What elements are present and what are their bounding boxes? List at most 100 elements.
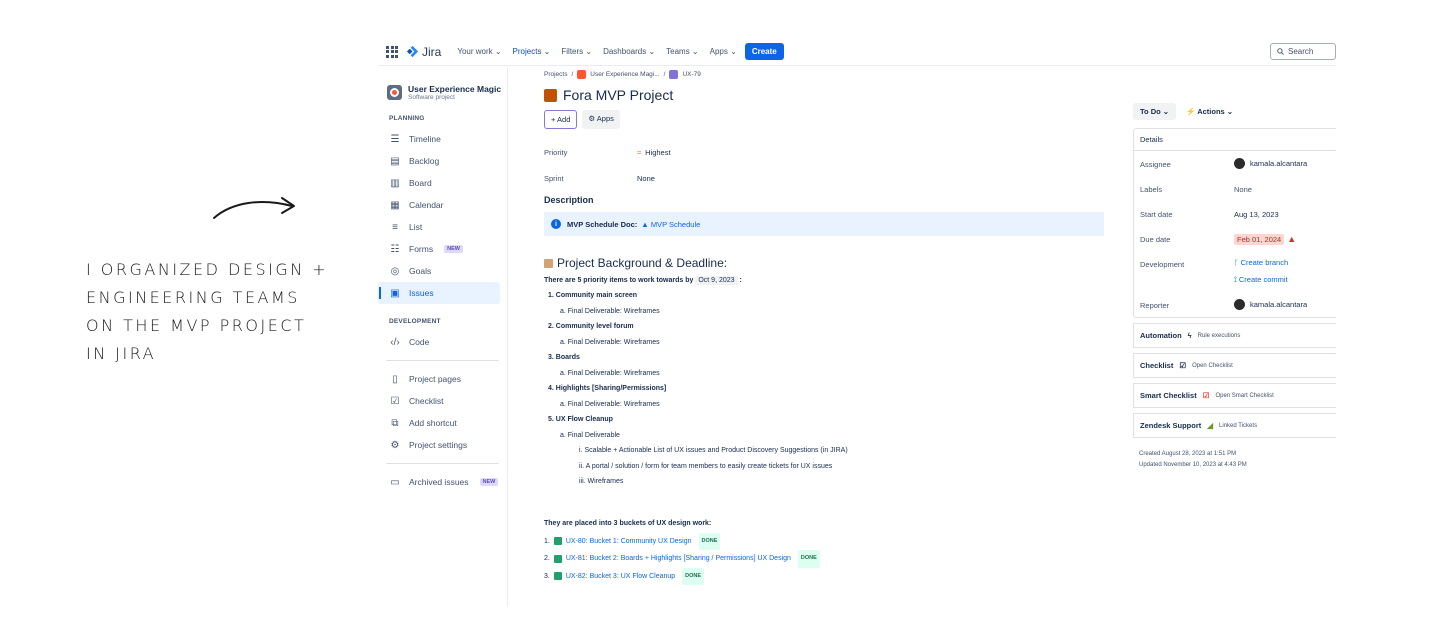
search-input[interactable]: Search (1270, 43, 1336, 60)
nav-your-work[interactable]: Your work ⌄ (457, 47, 501, 56)
labels-value[interactable]: None (1234, 183, 1252, 194)
annotation-line: I ORGANIZED DESIGN + (86, 260, 329, 279)
priority-value[interactable]: Highest (645, 148, 670, 157)
app-switcher-icon[interactable] (386, 45, 398, 58)
annotation-line: ENGINEERING TEAMS (86, 288, 300, 307)
development-field: Development ᚴ Create branch ⟟ Create commi… (1134, 251, 1336, 292)
project-avatar-icon (577, 69, 587, 79)
field-label: Start date (1140, 210, 1173, 219)
sprint-value[interactable]: None (637, 174, 655, 183)
code-icon: ‹/› (390, 336, 400, 348)
apps-button[interactable]: ⚙ Apps (582, 110, 620, 129)
sidebar-item-archived-issues[interactable]: ▭ Archived issues NEW (378, 471, 507, 493)
sidebar-item-goals[interactable]: ◎ Goals (378, 260, 507, 282)
mvp-schedule-link-text: MVP Schedule (650, 219, 701, 229)
smart-checklist-panel[interactable]: Smart Checklist ☑ Open Smart Checklist (1133, 383, 1336, 408)
field-label: Priority (544, 147, 568, 157)
sidebar-divider (386, 463, 499, 464)
sidebar-item-list[interactable]: ≡ List (378, 216, 507, 238)
sidebar-item-forms[interactable]: ☷ Forms NEW (378, 238, 507, 260)
page-icon: ▯ (392, 373, 398, 385)
jira-logo[interactable]: Jira (406, 45, 441, 59)
sidebar-item-label: Project settings (409, 440, 468, 450)
issue-type-icon (544, 88, 557, 102)
list-item: iii. Wireframes (579, 478, 624, 485)
breadcrumb-issue[interactable]: UX-79 (682, 71, 700, 78)
bucket-link[interactable]: UX-82: Bucket 3: UX Flow Cleanup (566, 569, 675, 585)
backlog-icon: ▤ (390, 155, 400, 167)
story-icon (553, 572, 562, 581)
issues-icon: ▣ (390, 287, 400, 299)
nav-teams[interactable]: Teams ⌄ (666, 47, 699, 56)
bucket-link[interactable]: UX-81: Bucket 2: Boards + Highlights [Sh… (566, 551, 791, 567)
issue-title[interactable]: Fora MVP Project (544, 87, 1104, 103)
sidebar-item-checklist[interactable]: ☑ Checklist (378, 390, 507, 412)
nav-filters[interactable]: Filters ⌄ (561, 47, 592, 56)
zendesk-icon: ◢ (1207, 421, 1214, 430)
nav-apps[interactable]: Apps ⌄ (710, 47, 737, 56)
reporter-field: Reporter kamala.alcantara (1134, 292, 1336, 317)
create-commit-link[interactable]: ⟟ Create commit (1234, 275, 1288, 285)
bucket-row: 1. UX-80: Bucket 1: Community UX Design DO… (544, 532, 1104, 550)
breadcrumb-projects[interactable]: Projects (544, 71, 567, 78)
sidebar-item-label: Goals (409, 266, 432, 276)
sidebar-item-calendar[interactable]: ▦ Calendar (378, 194, 507, 216)
sidebar-item-code[interactable]: ‹/› Code (378, 331, 507, 353)
due-date-value[interactable]: Feb 01, 2024 ▲ (1234, 233, 1296, 245)
details-header[interactable]: Details (1134, 129, 1336, 151)
bucket-link[interactable]: UX-80: Bucket 1: Community UX Design (566, 534, 692, 550)
sidebar-item-label: Checklist (409, 396, 444, 406)
breadcrumb: Projects / User Experience Magi... / UX-… (544, 67, 1104, 81)
list-item: ii. A portal / solution / form for team … (579, 462, 833, 470)
sidebar: User Experience Magic Software project P… (378, 67, 508, 606)
info-panel: i MVP Schedule Doc: ▲ MVP Schedule (544, 212, 1104, 236)
updated-timestamp: Updated November 10, 2023 at 4:43 PM (1139, 462, 1247, 468)
description-heading: Description (544, 195, 594, 205)
timeline-icon: ☰ (390, 133, 400, 145)
add-shortcut-icon: ⧉ (391, 417, 399, 429)
nav-dashboards[interactable]: Dashboards ⌄ (603, 47, 655, 56)
status-dropdown[interactable]: To Do ⌄ (1133, 103, 1177, 120)
info-icon: i (551, 219, 561, 229)
bucket-number: 2. (544, 555, 550, 562)
list-item: 4. Highlights [Sharing/Permissions] (548, 385, 667, 392)
assignee-field: Assignee kamala.alcantara (1134, 151, 1336, 176)
planning-label: PLANNING (389, 115, 425, 122)
sidebar-item-backlog[interactable]: ▤ Backlog (378, 150, 507, 172)
start-date-value[interactable]: Aug 13, 2023 (1234, 208, 1279, 219)
reporter-value[interactable]: kamala.alcantara (1234, 299, 1307, 310)
gear-icon: ⚙ (390, 439, 400, 451)
create-branch-link[interactable]: ᚴ Create branch (1234, 258, 1288, 267)
automation-icon: ϟ (1187, 331, 1192, 340)
avatar (1234, 299, 1245, 310)
archive-icon: ▭ (390, 476, 400, 488)
bucket-row: 3. UX-82: Bucket 3: UX Flow Cleanup DONE (544, 567, 1104, 585)
mvp-schedule-link[interactable]: ▲ MVP Schedule (641, 220, 700, 229)
sidebar-item-label: Add shortcut (409, 418, 457, 428)
details-sidebar: To Do ⌄ ⚡ Actions ⌄ Details Assignee kama… (1133, 103, 1336, 471)
checkbox-icon: ☑ (1179, 361, 1187, 370)
project-header[interactable]: User Experience Magic Software project (378, 67, 507, 101)
project-avatar (387, 85, 402, 100)
sidebar-item-issues[interactable]: ▣ Issues (378, 282, 500, 304)
intro-end: : (739, 277, 742, 284)
sidebar-item-project-settings[interactable]: ⚙ Project settings (378, 434, 507, 456)
add-button[interactable]: + Add (544, 110, 578, 129)
create-commit-label: Create commit (1238, 275, 1288, 284)
sidebar-item-board[interactable]: ▥ Board (378, 172, 507, 194)
sidebar-item-timeline[interactable]: ☰ Timeline (378, 128, 507, 150)
sidebar-item-add-shortcut[interactable]: ⧉ Add shortcut (378, 412, 507, 434)
zendesk-panel[interactable]: Zendesk Support ◢ Linked Tickets (1133, 413, 1336, 438)
bucket-row: 2. UX-81: Bucket 2: Boards + Highlights [… (544, 550, 1104, 568)
automation-panel[interactable]: Automation ϟ Rule executions (1133, 323, 1336, 348)
sidebar-item-project-pages[interactable]: ▯ Project pages (378, 368, 507, 390)
create-button[interactable]: Create (744, 43, 784, 60)
actions-button[interactable]: ⚡ Actions ⌄ (1186, 107, 1233, 116)
smart-checklist-label: Smart Checklist (1140, 391, 1197, 400)
list-item: i. Scalable + Actionable List of UX issu… (579, 447, 848, 454)
assignee-value[interactable]: kamala.alcantara (1234, 158, 1307, 169)
checklist-panel[interactable]: Checklist ☑ Open Checklist (1133, 353, 1336, 378)
sidebar-item-label: List (409, 222, 423, 232)
breadcrumb-project[interactable]: User Experience Magi... (590, 71, 659, 78)
nav-projects[interactable]: Projects ⌄ (513, 47, 551, 56)
